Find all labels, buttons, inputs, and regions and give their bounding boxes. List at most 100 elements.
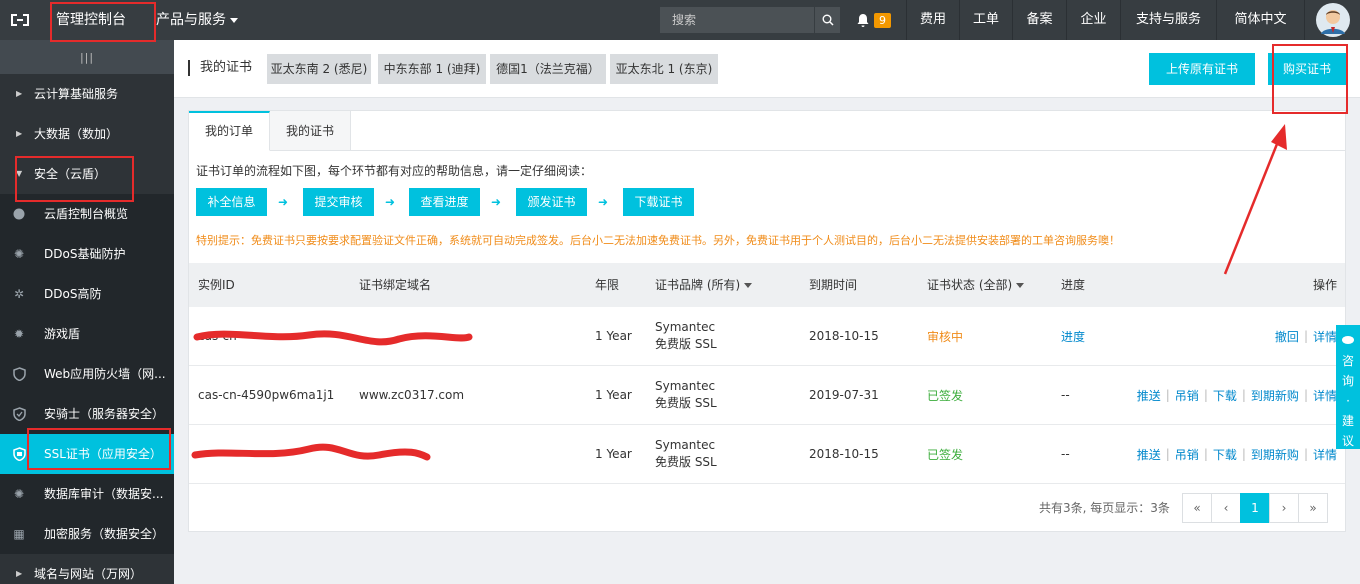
search-icon[interactable] [814, 7, 840, 33]
cell-expire: 2019-07-31 [809, 388, 879, 402]
tab-my-certificates[interactable]: 我的证书 [270, 111, 351, 151]
upload-certificate-button[interactable]: 上传原有证书 [1149, 53, 1255, 85]
sidebar: ||| ▶ 云计算基础服务 ▶ 大数据（数加） ▼ 安全（云盾） 云盾控制台概览 ✺ D… [0, 40, 174, 584]
brand-edition: 免费版 SSL [655, 455, 717, 469]
arrow-right-icon: ➜ [491, 195, 502, 209]
progress-link[interactable]: 进度 [1061, 307, 1085, 365]
user-avatar[interactable] [1304, 0, 1360, 40]
sidebar-group-security[interactable]: ▼ 安全（云盾） [0, 154, 174, 194]
page-1-button[interactable]: 1 [1240, 493, 1270, 523]
search-input[interactable] [660, 7, 814, 33]
gear-icon: ✲ [13, 287, 25, 301]
sidebar-group-domain[interactable]: ▶ 域名与网站（万网） [0, 554, 174, 584]
consult-feedback-tab[interactable]: 咨 询 · 建 议 [1336, 325, 1360, 449]
details-link[interactable]: 详情 [1313, 328, 1337, 345]
products-menu-label: 产品与服务 [156, 12, 226, 28]
annotation-arrow-icon [1223, 124, 1287, 275]
notifications[interactable]: 9 [856, 0, 891, 40]
caret-down-icon: ▼ [16, 169, 23, 178]
sidebar-group-label: 云计算基础服务 [34, 87, 119, 101]
nav-enterprise[interactable]: 企业 [1066, 0, 1120, 40]
region-frankfurt[interactable]: 德国1（法兰克福） [490, 54, 606, 84]
nav-billing[interactable]: 费用 [906, 0, 959, 40]
notification-count-badge: 9 [874, 12, 891, 28]
flow-intro-text: 证书订单的流程如下图，每个环节都有对应的帮助信息，请一定仔细阅读： [196, 164, 593, 178]
sidebar-item-game-shield[interactable]: ✹ 游戏盾 [0, 314, 174, 354]
col-status-label: 证书状态 (全部) [927, 278, 1013, 292]
products-menu[interactable]: 产品与服务 [156, 0, 238, 40]
cell-instance-id: cas-cn-4590pw6ma1j1 [198, 388, 335, 402]
caret-right-icon: ▶ [16, 569, 23, 578]
sidebar-item-label: SSL证书（应用安全） [44, 447, 162, 461]
sidebar-item-aegis[interactable]: 安骑士（服务器安全） [0, 394, 174, 434]
col-brand-filter[interactable]: 证书品牌 (所有) [655, 263, 753, 307]
brand-name: Symantec [655, 320, 716, 334]
download-link[interactable]: 下载 [1213, 446, 1237, 463]
buy-certificate-button[interactable]: 购买证书 [1268, 53, 1346, 85]
revoke-link[interactable]: 吊销 [1175, 446, 1199, 463]
special-notice: 特别提示：免费证书只要按要求配置验证文件正确，系统就可自动完成签发。后台小二无法… [196, 234, 1120, 247]
renew-link[interactable]: 到期新购 [1251, 387, 1299, 404]
sidebar-collapse-toggle[interactable]: ||| [0, 40, 174, 74]
sidebar-item-ddos-basic[interactable]: ✺ DDoS基础防护 [0, 234, 174, 274]
sidebar-item-ddos-pro[interactable]: ✲ DDoS高防 [0, 274, 174, 314]
sidebar-group-label: 安全（云盾） [34, 167, 107, 181]
console-link[interactable]: 管理控制台 [50, 0, 126, 40]
step-check-progress[interactable]: 查看进度 [409, 188, 480, 216]
brand-edition: 免费版 SSL [655, 337, 717, 351]
sidebar-group-bigdata[interactable]: ▶ 大数据（数加） [0, 114, 174, 154]
nav-support[interactable]: 支持与服务 [1120, 0, 1216, 40]
region-tokyo[interactable]: 亚太东北 1 (东京) [610, 54, 718, 84]
push-link[interactable]: 推送 [1137, 387, 1161, 404]
col-actions: 操作 [1313, 278, 1338, 292]
sidebar-group-label: 域名与网站（万网） [34, 567, 143, 581]
region-dubai[interactable]: 中东东部 1 (迪拜) [378, 54, 486, 84]
tab-my-orders[interactable]: 我的订单 [189, 111, 270, 151]
aliyun-logo-icon[interactable] [0, 0, 40, 40]
step-submit-review[interactable]: 提交审核 [303, 188, 374, 216]
table-row: 1 Year Symantec 免费版 SSL 2018-10-15 已签发 --… [189, 425, 1345, 484]
caret-right-icon: ▶ [16, 89, 23, 98]
nav-language[interactable]: 简体中文 [1216, 0, 1304, 40]
separator: | [1241, 388, 1246, 402]
consult-char: · [1346, 394, 1350, 408]
status-badge: 已签发 [927, 447, 964, 462]
sidebar-item-ssl[interactable]: SSL证书（应用安全） [0, 434, 174, 474]
chevron-down-icon [744, 283, 753, 288]
page-prev-button[interactable]: ‹ [1211, 493, 1241, 523]
region-sydney[interactable]: 亚太东南 2 (悉尼) [267, 54, 371, 84]
step-issue-certificate[interactable]: 颁发证书 [516, 188, 587, 216]
separator: | [1165, 388, 1170, 402]
gear-icon: ✺ [13, 247, 25, 261]
tabs-divider [189, 150, 1345, 151]
sidebar-item-label: DDoS高防 [44, 287, 102, 301]
renew-link[interactable]: 到期新购 [1251, 446, 1299, 463]
col-expire: 到期时间 [809, 278, 858, 292]
page-header: 我的证书 亚太东南 2 (悉尼) 中东东部 1 (迪拜) 德国1（法兰克福） 亚… [174, 40, 1360, 98]
details-link[interactable]: 详情 [1313, 446, 1337, 463]
details-link[interactable]: 详情 [1313, 387, 1337, 404]
page-last-button[interactable]: » [1298, 493, 1328, 523]
col-brand-label: 证书品牌 (所有) [655, 278, 741, 292]
cell-term: 1 Year [595, 388, 632, 402]
step-download-certificate[interactable]: 下载证书 [623, 188, 694, 216]
sidebar-item-encryption[interactable]: ▦ 加密服务（数据安全） [0, 514, 174, 554]
consult-char: 咨 [1341, 354, 1354, 368]
page-next-button[interactable]: › [1269, 493, 1299, 523]
revoke-link[interactable]: 吊销 [1175, 387, 1199, 404]
nav-tickets[interactable]: 工单 [959, 0, 1012, 40]
col-status-filter[interactable]: 证书状态 (全部) [927, 263, 1025, 307]
withdraw-link[interactable]: 撤回 [1275, 328, 1299, 345]
download-link[interactable]: 下载 [1213, 387, 1237, 404]
sidebar-item-waf[interactable]: Web应用防火墙（网... [0, 354, 174, 394]
push-link[interactable]: 推送 [1137, 446, 1161, 463]
page-first-button[interactable]: « [1182, 493, 1212, 523]
sidebar-item-db-audit[interactable]: ✺ 数据库审计（数据安... [0, 474, 174, 514]
sidebar-group-label: 大数据（数加） [34, 127, 119, 141]
step-complete-info[interactable]: 补全信息 [196, 188, 267, 216]
nav-icp[interactable]: 备案 [1012, 0, 1066, 40]
certificate-icon [12, 434, 26, 474]
sidebar-item-label: 游戏盾 [44, 327, 81, 341]
sidebar-item-overview[interactable]: 云盾控制台概览 [0, 194, 174, 234]
sidebar-group-cloud[interactable]: ▶ 云计算基础服务 [0, 74, 174, 114]
